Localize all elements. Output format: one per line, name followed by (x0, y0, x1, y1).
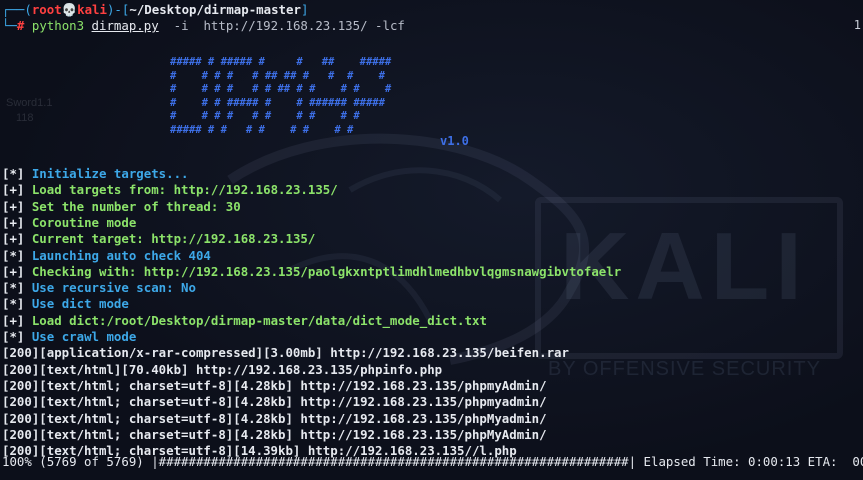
log-line: [+] Load targets from: http://192.168.23… (2, 182, 338, 197)
banner-row: # # # # # ## ## # # # # (170, 69, 385, 82)
log-line: [*] Use recursive scan: No (2, 280, 196, 295)
side-indicator: 1 (853, 18, 861, 32)
log-line: [*] Use dict mode (2, 296, 129, 311)
log-text: Load dict:/root/Desktop/dirmap-master/da… (24, 312, 487, 328)
result-line: [200][text/html; charset=utf-8][4.28kb] … (2, 377, 547, 393)
progress-line: 100% (5769 of 5769) |###################… (2, 454, 863, 469)
log-text: Set the number of thread: 30 (24, 198, 241, 214)
log-text: Coroutine mode (24, 214, 137, 230)
terminal-window[interactable]: KALI BY OFFENSIVE SECURITY Sword1.1 118 … (0, 0, 863, 480)
banner-row: # # # # # # # # # # (170, 110, 360, 123)
log-text: Current target: http://192.168.23.135/ (24, 231, 316, 247)
banner-row: ##### # # # # # # # # (170, 123, 354, 136)
prompt-host: kali (77, 2, 107, 17)
log-line: [+] Load dict:/root/Desktop/dirmap-maste… (2, 313, 487, 328)
log-marker: [+] (2, 312, 25, 328)
log-line: [+] Set the number of thread: 30 (2, 199, 241, 214)
log-line: [+] Checking with: http://192.168.23.135… (2, 264, 621, 279)
shell-prompt: ┌──(root💀kali)-[~/Desktop/dirmap-master] (2, 2, 309, 17)
result-line: [200][application/x-rar-compressed][3.00… (2, 345, 569, 361)
log-marker: [+] (2, 214, 25, 230)
prompt-path: ~/Desktop/dirmap-master (129, 2, 301, 17)
log-line: [+] Current target: http://192.168.23.13… (2, 231, 315, 246)
result-line: [200][text/html; charset=utf-8][4.28kb] … (2, 410, 547, 426)
command-line[interactable]: └─# python3 dirmap.py -i http://192.168.… (2, 18, 405, 33)
kali-dragon-watermark-icon (227, 133, 590, 365)
log-text: Launching auto check 404 (24, 247, 211, 263)
command-args: -i http://192.168.23.135/ -lcf (158, 18, 405, 33)
banner-row: # # # ##### # # ###### ##### (170, 96, 385, 109)
prompt-user: root (31, 2, 62, 17)
progress-bar: ########################################… (158, 454, 637, 469)
log-text: Load targets from: http://192.168.23.135… (24, 182, 338, 198)
log-marker: [+] (2, 182, 25, 198)
log-marker: [*] (2, 329, 25, 344)
result-line: [200][text/html; charset=utf-8][4.28kb] … (2, 426, 547, 442)
log-marker: [+] (2, 263, 25, 279)
log-marker: [+] (2, 231, 25, 247)
log-line: [+] Coroutine mode (2, 215, 136, 230)
skull-icon: 💀 (61, 2, 78, 17)
progress-percent: 100% (5769 of 5769) | (2, 454, 159, 469)
banner-row: ##### # ##### # # ## ##### (170, 56, 392, 68)
log-marker: [*] (2, 296, 25, 312)
log-text: Checking with: http://192.168.23.135/pao… (24, 263, 622, 279)
result-line: [200][text/html][70.40kb] http://192.168… (2, 361, 443, 377)
log-marker: [*] (2, 166, 25, 181)
log-marker: [*] (2, 280, 25, 296)
desktop-icon-label: Sword1.1 118 (6, 97, 53, 124)
banner-row: # # # # # # ## # # # # # (170, 83, 392, 96)
command-script: dirmap.py (91, 18, 159, 33)
progress-timing: Elapsed Time: 0:00:13 ETA: 00:0 (636, 454, 863, 469)
command-name: python3 (31, 18, 85, 33)
banner-version: v1.0 (440, 134, 469, 148)
log-line: [*] Use crawl mode (2, 329, 136, 344)
log-marker: [*] (2, 247, 25, 263)
result-line: [200][text/html; charset=utf-8][4.28kb] … (2, 394, 547, 410)
log-text: Use dict mode (24, 296, 129, 312)
dirmap-banner: ##### # ##### # # ## ##### # # # # # ## #… (170, 56, 391, 138)
log-marker: [+] (2, 198, 25, 214)
log-text: Use crawl mode (24, 329, 137, 344)
log-line: [*] Initialize targets... (2, 166, 189, 181)
log-line: [*] Launching auto check 404 (2, 248, 211, 263)
log-text: Use recursive scan: No (24, 280, 196, 296)
log-text: Initialize targets... (24, 166, 189, 181)
